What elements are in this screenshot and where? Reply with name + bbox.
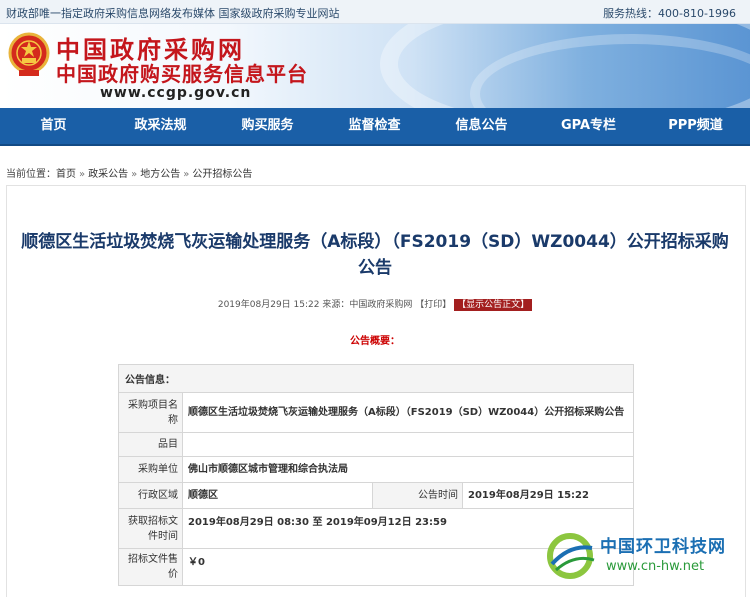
- site-url: www.ccgp.gov.cn: [100, 85, 252, 101]
- nav-supervision[interactable]: 监督检查: [321, 108, 428, 144]
- publish-time-label: 公告时间: [372, 482, 463, 509]
- main-nav: 首页 政采法规 购买服务 监督检查 信息公告 GPA专栏 PPP频道: [0, 108, 750, 146]
- article-source: 来源：中国政府采购网: [322, 300, 413, 310]
- national-emblem-icon: [8, 32, 50, 76]
- breadcrumb-local-announcements[interactable]: 地方公告: [140, 169, 180, 180]
- nav-ppp[interactable]: PPP频道: [642, 108, 749, 144]
- publish-time-value: 2019年08月29日 15:22: [462, 482, 634, 509]
- breadcrumb-gov-announcements[interactable]: 政采公告: [88, 169, 128, 180]
- site-subtitle: 中国政府购买服务信息平台: [56, 62, 308, 86]
- breadcrumb-separator: »: [79, 169, 86, 180]
- doc-time-label: 获取招标文件时间: [118, 508, 183, 549]
- show-text-button[interactable]: 【显示公告正文】: [454, 299, 533, 311]
- breadcrumb-separator: »: [131, 169, 138, 180]
- table-section-header: 公告信息：: [118, 364, 634, 393]
- globe-leaf-icon: [547, 533, 595, 579]
- breadcrumb-separator: »: [183, 169, 190, 180]
- project-name-label: 采购项目名称: [118, 392, 183, 433]
- breadcrumb-prefix: 当前位置：: [6, 169, 56, 180]
- breadcrumb-open-tender[interactable]: 公开招标公告: [192, 169, 252, 180]
- nav-announcements[interactable]: 信息公告: [428, 108, 535, 144]
- region-value: 顺德区: [182, 482, 373, 509]
- nav-gpa[interactable]: GPA专栏: [535, 108, 642, 144]
- price-label: 招标文件售价: [118, 548, 183, 586]
- breadcrumb: 当前位置：首页» 政采公告» 地方公告» 公开招标公告: [6, 165, 252, 180]
- top-info-bar: 财政部唯一指定政府采购信息网络发布媒体 国家级政府采购专业网站 服务热线：400…: [0, 0, 750, 24]
- category-label: 品目: [118, 432, 183, 457]
- site-banner: 中国政府采购网 中国政府购买服务信息平台 www.ccgp.gov.cn: [0, 24, 750, 108]
- nav-regulations[interactable]: 政采法规: [107, 108, 214, 144]
- region-label: 行政区域: [118, 482, 183, 509]
- article-meta: 2019年08月29日 15:22 来源：中国政府采购网 【打印】 【显示公告正…: [0, 297, 750, 311]
- purchaser-label: 采购单位: [118, 456, 183, 483]
- project-name-value: 顺德区生活垃圾焚烧飞灰运输处理服务（A标段）（FS2019（SD）WZ0044）…: [182, 392, 634, 433]
- breadcrumb-home[interactable]: 首页: [56, 169, 76, 180]
- site-slogan: 财政部唯一指定政府采购信息网络发布媒体 国家级政府采购专业网站: [6, 7, 340, 20]
- watermark-name: 中国环卫科技网: [600, 537, 726, 557]
- article-title: 顺德区生活垃圾焚烧飞灰运输处理服务（A标段）（FS2019（SD）WZ0044）…: [21, 232, 729, 278]
- service-hotline: 服务热线：400-810-1996: [603, 7, 736, 20]
- nav-home[interactable]: 首页: [0, 108, 107, 144]
- print-link[interactable]: 【打印】: [415, 300, 451, 310]
- publish-date: 2019年08月29日 15:22: [217, 300, 320, 310]
- watermark: 中国环卫科技网 www.cn-hw.net: [544, 526, 744, 592]
- category-value: [182, 432, 634, 457]
- purchaser-value: 佛山市顺德区城市管理和综合执法局: [182, 456, 634, 483]
- nav-purchase-services[interactable]: 购买服务: [214, 108, 321, 144]
- summary-label: 公告概要：: [350, 336, 400, 347]
- watermark-url: www.cn-hw.net: [606, 559, 705, 574]
